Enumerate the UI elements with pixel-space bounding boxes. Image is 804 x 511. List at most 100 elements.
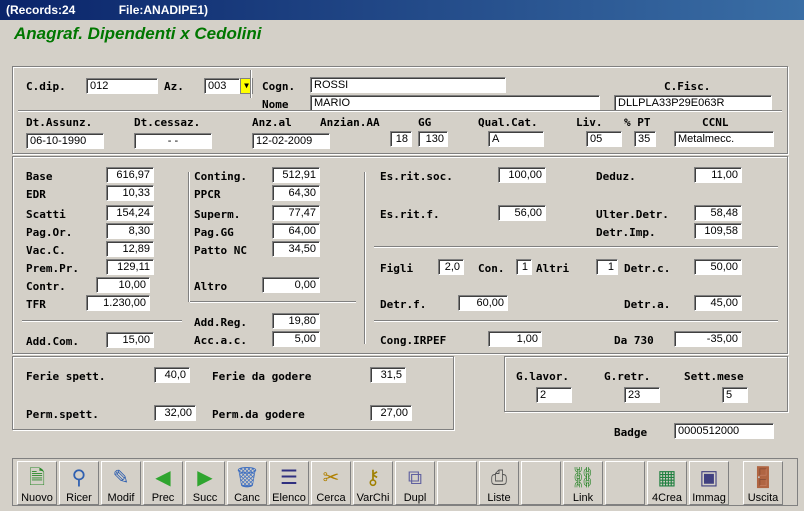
esritsoc-field[interactable]: 100,00 bbox=[498, 167, 546, 183]
ricer-button[interactable]: ⚲ Ricer bbox=[59, 461, 99, 505]
altri-field[interactable]: 1 bbox=[596, 259, 618, 275]
settmese-field[interactable]: 5 bbox=[722, 387, 748, 403]
dupl-button[interactable]: ⧉ Dupl bbox=[395, 461, 435, 505]
detrf-label: Detr.f. bbox=[380, 298, 427, 311]
congirpef-field[interactable]: 1,00 bbox=[488, 331, 542, 347]
image-card-icon: ▣ bbox=[699, 467, 719, 489]
pattonc-label: Patto NC bbox=[194, 244, 247, 257]
trash-icon: 🗑 bbox=[234, 467, 260, 489]
file-name: File:ANADIPE1) bbox=[118, 3, 209, 17]
surname-field[interactable]: ROSSI bbox=[310, 77, 506, 93]
figli-field[interactable]: 2,0 bbox=[438, 259, 464, 275]
settmese-label: Sett.mese bbox=[684, 370, 744, 383]
ulterdetr-field[interactable]: 58,48 bbox=[694, 205, 742, 221]
contr-field[interactable]: 10,00 bbox=[96, 277, 150, 293]
qualcat-label: Qual.Cat. bbox=[478, 116, 538, 129]
gretr-field[interactable]: 23 bbox=[624, 387, 660, 403]
superm-label: Superm. bbox=[194, 208, 241, 221]
detrc-field[interactable]: 50,00 bbox=[694, 259, 742, 275]
tfr-field[interactable]: 1.230,00 bbox=[86, 295, 150, 311]
esritsoc-label: Es.rit.soc. bbox=[380, 170, 453, 183]
paggg-label: Pag.GG bbox=[194, 226, 234, 239]
ulterdetr-label: Ulter.Detr. bbox=[596, 208, 669, 221]
empty-button[interactable] bbox=[521, 461, 561, 505]
divider bbox=[190, 301, 356, 303]
feriespett-field[interactable]: 40,0 bbox=[154, 367, 190, 383]
ppcr-label: PPCR bbox=[194, 188, 221, 201]
anzian-label: Anzian.AA bbox=[320, 116, 380, 129]
gretr-label: G.retr. bbox=[604, 370, 651, 383]
base-field[interactable]: 616,97 bbox=[106, 167, 154, 183]
pt-label: % PT bbox=[624, 116, 651, 129]
scatti-field[interactable]: 154,24 bbox=[106, 205, 154, 221]
immag-button[interactable]: ▣ Immag bbox=[689, 461, 729, 505]
prec-button[interactable]: ◀ Prec bbox=[143, 461, 183, 505]
superm-field[interactable]: 77,47 bbox=[272, 205, 320, 221]
addreg-field[interactable]: 19,80 bbox=[272, 313, 320, 329]
cerca-button[interactable]: ✂ Cerca bbox=[311, 461, 351, 505]
altro-field[interactable]: 0,00 bbox=[262, 277, 320, 293]
permdagodere-field[interactable]: 27,00 bbox=[370, 405, 412, 421]
ppcr-field[interactable]: 64,30 bbox=[272, 185, 320, 201]
part-time-field[interactable]: 35 bbox=[634, 131, 656, 147]
esritf-field[interactable]: 56,00 bbox=[498, 205, 546, 221]
toolbar: 🗎 Nuovo ⚲ Ricer ✎ Modif ◀ Prec ▶ Succ 🗑 Canc ☰… bbox=[12, 458, 798, 506]
addcom-field[interactable]: 15,00 bbox=[106, 332, 154, 348]
contr-label: Contr. bbox=[26, 280, 66, 293]
level-field[interactable]: 05 bbox=[586, 131, 622, 147]
da730-field[interactable]: -35,00 bbox=[674, 331, 742, 347]
qualification-field[interactable]: A bbox=[488, 131, 544, 147]
edr-field[interactable]: 10,33 bbox=[106, 185, 154, 201]
detrimp-field[interactable]: 109,58 bbox=[694, 223, 742, 239]
empty-button[interactable] bbox=[437, 461, 477, 505]
liste-button[interactable]: ⎙ Liste bbox=[479, 461, 519, 505]
divider bbox=[250, 70, 252, 98]
days-field[interactable]: 130 bbox=[418, 131, 448, 147]
glavor-field[interactable]: 2 bbox=[536, 387, 572, 403]
feriedagodere-field[interactable]: 31,5 bbox=[370, 367, 406, 383]
vacc-label: Vac.C. bbox=[26, 244, 66, 257]
az-select[interactable]: 003 bbox=[204, 78, 240, 94]
altro-label: Altro bbox=[194, 280, 228, 293]
fiscal-code-field[interactable]: DLLPLA33P29E063R bbox=[614, 95, 772, 111]
elenco-button[interactable]: ☰ Elenco bbox=[269, 461, 309, 505]
varchi-button[interactable]: ⚷ VarChi bbox=[353, 461, 393, 505]
gg-label: GG bbox=[418, 116, 432, 129]
succ-button[interactable]: ▶ Succ bbox=[185, 461, 225, 505]
detrf-field[interactable]: 60,00 bbox=[458, 295, 508, 311]
seniority-years-field[interactable]: 18 bbox=[390, 131, 412, 147]
nuovo-button[interactable]: 🗎 Nuovo bbox=[17, 461, 57, 505]
modif-button[interactable]: ✎ Modif bbox=[101, 461, 141, 505]
accac-label: Acc.a.c. bbox=[194, 334, 247, 347]
cdip-field[interactable]: 012 bbox=[86, 78, 158, 94]
scatti-label: Scatti bbox=[26, 208, 66, 221]
detra-field[interactable]: 45,00 bbox=[694, 295, 742, 311]
uscita-button[interactable]: 🚪 Uscita bbox=[743, 461, 783, 505]
conting-field[interactable]: 512,91 bbox=[272, 167, 320, 183]
pagor-field[interactable]: 8,30 bbox=[106, 223, 154, 239]
name-field[interactable]: MARIO bbox=[310, 95, 600, 111]
seniority-date-field[interactable]: 12-02-2009 bbox=[252, 133, 330, 149]
permspett-label: Perm.spett. bbox=[26, 408, 99, 421]
permdagodere-label: Perm.da godere bbox=[212, 408, 305, 421]
con-field[interactable]: 1 bbox=[516, 259, 532, 275]
deduz-field[interactable]: 11,00 bbox=[694, 167, 742, 183]
accac-field[interactable]: 5,00 bbox=[272, 331, 320, 347]
4crea-button[interactable]: ▦ 4Crea bbox=[647, 461, 687, 505]
pattonc-field[interactable]: 34,50 bbox=[272, 241, 320, 257]
vacc-field[interactable]: 12,89 bbox=[106, 241, 154, 257]
link-button[interactable]: ⛓ Link bbox=[563, 461, 603, 505]
termination-date-field[interactable]: - - bbox=[134, 133, 212, 149]
empty-button[interactable] bbox=[605, 461, 645, 505]
feriespett-label: Ferie spett. bbox=[26, 370, 106, 383]
paggg-field[interactable]: 64,00 bbox=[272, 223, 320, 239]
hire-date-field[interactable]: 06-10-1990 bbox=[26, 133, 104, 149]
feriedagodere-label: Ferie da godere bbox=[212, 370, 312, 383]
prempr-field[interactable]: 129,11 bbox=[106, 259, 154, 275]
cogn-label: Cogn. bbox=[262, 80, 296, 93]
badge-field[interactable]: 0000512000 bbox=[674, 423, 774, 439]
ccnl-label: CCNL bbox=[702, 116, 729, 129]
permspett-field[interactable]: 32,00 bbox=[154, 405, 196, 421]
ccnl-field[interactable]: Metalmecc. bbox=[674, 131, 774, 147]
canc-button[interactable]: 🗑 Canc bbox=[227, 461, 267, 505]
